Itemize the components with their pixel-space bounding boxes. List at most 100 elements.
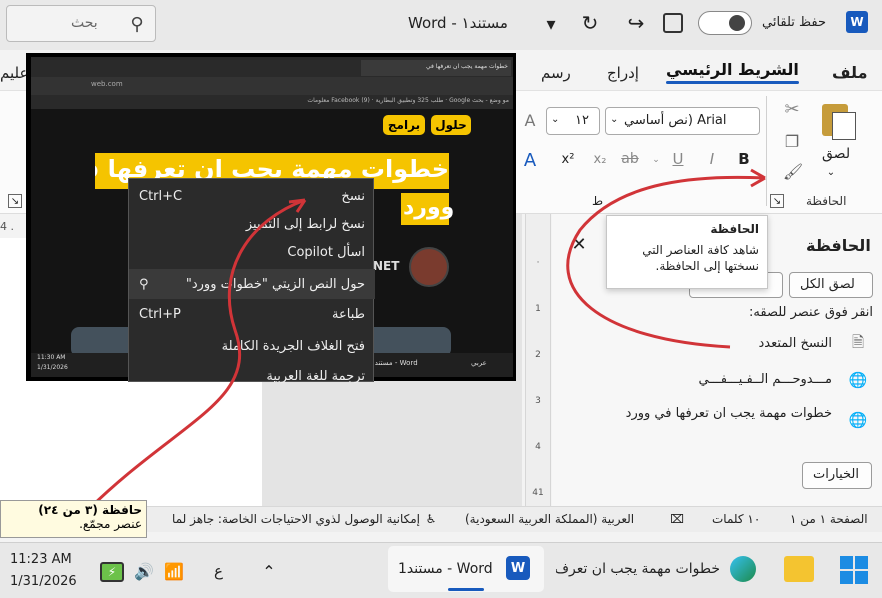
context-menu-item: اسأل Copilot xyxy=(129,237,375,267)
ruler-ticks: · 1 2 3 4 41 xyxy=(532,258,544,498)
context-menu-item: طباعة Ctrl+P xyxy=(129,299,375,329)
strikethrough-icon[interactable]: ab xyxy=(618,148,642,170)
inner-taskbar-weather: عربي xyxy=(471,359,487,367)
options-button[interactable]: الخيارات xyxy=(802,462,872,489)
font-size-value: ١٢ xyxy=(575,113,589,128)
tab-insert[interactable]: إدراج xyxy=(607,64,639,82)
save-icon[interactable] xyxy=(663,13,683,33)
menu-label: فتح الغلاف الجريدة الكاملة xyxy=(221,338,365,354)
grow-font-icon[interactable]: A xyxy=(518,108,542,132)
superscript-icon[interactable]: x² xyxy=(556,148,580,170)
format-painter-icon[interactable]: 🖌 xyxy=(782,160,804,182)
menu-label: اسأل Copilot xyxy=(287,244,365,260)
page-count[interactable]: الصفحة ١ من ١ xyxy=(790,512,868,526)
tooltip-body: شاهد كافة العناصر التي نسختها إلى الحافظ… xyxy=(642,243,759,273)
wifi-icon[interactable]: 📶 xyxy=(163,560,185,582)
autosave-toggle[interactable] xyxy=(698,11,752,35)
clipboard-item-text: خطوات مهمة يجب ان تعرفها في وورد xyxy=(625,406,832,421)
taskbar-word-button[interactable]: مستند1 - Word W xyxy=(388,546,544,592)
italic-icon[interactable]: I xyxy=(702,148,722,170)
toggle-knob xyxy=(729,15,745,31)
close-icon[interactable]: ✕ xyxy=(568,233,590,255)
accessibility-status[interactable]: إمكانية الوصول لذوي الاحتياجات الخاصة: ج… xyxy=(150,512,420,526)
context-menu-item: فتح الغلاف الجريدة الكاملة xyxy=(129,331,375,361)
clipboard-status-tip: حافظة (٣ من ٢٤) عنصر مجمّع. xyxy=(0,500,147,538)
undo-icon[interactable]: ↪ xyxy=(623,10,649,36)
paste-icon[interactable] xyxy=(818,100,858,144)
tab-file[interactable]: ملف xyxy=(832,63,868,82)
context-menu-item: ترجمة للغة العربية xyxy=(129,361,375,391)
clipboard-item[interactable]: 🌐 خطوات مهمة يجب ان تعرفها في وورد xyxy=(600,404,875,444)
underline-icon[interactable]: U xyxy=(668,148,688,170)
paste-dropdown-icon[interactable]: ⌄ xyxy=(823,166,839,178)
context-menu-item: نسخ لرابط إلى التمييز xyxy=(129,209,375,239)
copy-icon[interactable]: ❐ xyxy=(782,130,802,152)
clipboard-group-label: الحافظة xyxy=(806,194,847,208)
volume-icon[interactable]: 🔊 xyxy=(133,560,155,582)
context-menu-item: نسخ Ctrl+C xyxy=(129,181,375,211)
tab-home-label: الشريط الرئيسي xyxy=(666,60,799,79)
group-launcher-icon[interactable]: ↘ xyxy=(8,194,22,208)
clipboard-item-text: مـــدوحـــم الــفـيـــفـــي xyxy=(698,372,833,387)
redo-icon[interactable]: ↻ xyxy=(578,10,602,36)
accessibility-icon[interactable]: ♿ xyxy=(422,511,440,527)
font-name-select[interactable]: ⌄ Arial (نص أساسي xyxy=(605,107,760,135)
clipboard-count: حافظة (٣ من ٢٤) xyxy=(38,503,142,517)
font-size-select[interactable]: ⌄ ١٢ xyxy=(546,107,600,135)
paste-all-button[interactable]: لصق الكل xyxy=(789,272,873,298)
font-group-label: ط xyxy=(592,194,604,208)
underline-dropdown-icon[interactable]: ⌄ xyxy=(650,152,662,168)
chevron-down-icon: ⌄ xyxy=(610,114,619,125)
url-bar: web.com xyxy=(91,80,123,88)
dropdown-icon[interactable]: ▾ xyxy=(540,12,562,36)
active-tab-indicator xyxy=(666,81,799,84)
author-avatar xyxy=(409,247,449,287)
ruler-marker: 4 . xyxy=(0,220,14,233)
menu-shortcut: Ctrl+C xyxy=(139,188,183,204)
clipboard-tooltip: الحافظة شاهد كافة العناصر التي نسختها إل… xyxy=(606,215,768,289)
search-box[interactable]: ⚲ بحث xyxy=(6,5,156,42)
autosave-label: حفظ تلقائي xyxy=(762,15,826,30)
paste-all-label: لصق الكل xyxy=(800,277,855,292)
bookmarks-bar: مو وضع - بحث Google · طلب 325 وتطبيق الب… xyxy=(31,95,513,109)
cut-icon[interactable]: ✂ xyxy=(782,98,802,120)
font-name-value: Arial (نص أساسي xyxy=(624,113,727,128)
battery-icon[interactable]: ⚡ xyxy=(100,562,124,582)
input-language[interactable]: ع xyxy=(214,562,223,580)
tab-draw[interactable]: رسم xyxy=(541,64,571,82)
browser-tab: خطوات مهمة يجب ان تعرفها في xyxy=(361,60,511,76)
clock-date[interactable]: 1/31/2026 xyxy=(10,574,77,589)
tooltip-title: الحافظة xyxy=(710,222,759,236)
clipboard-launcher-icon[interactable]: ↘ xyxy=(770,194,784,208)
document-title: مستند١ - Word xyxy=(408,14,508,32)
inner-taskbar-time: 11:30 AM xyxy=(37,354,66,361)
word-count[interactable]: ١٠ كلمات xyxy=(712,512,760,526)
context-menu-item: حول النص الزيتي "خطوات وورد" ⚲ xyxy=(129,269,375,299)
inner-taskbar-date: 1/31/2026 xyxy=(37,364,68,371)
clipboard-item-text: النسخ المتعدد xyxy=(758,336,832,351)
proofing-icon[interactable]: ⌧ xyxy=(668,511,686,527)
document-icon: 🗎 xyxy=(851,332,865,351)
active-app-indicator xyxy=(448,588,484,591)
taskbar-word-label: مستند1 - Word xyxy=(398,561,493,577)
search-icon: ⚲ xyxy=(139,276,149,292)
bold-icon[interactable]: B xyxy=(734,148,754,170)
web-document-icon: 🌐 xyxy=(848,411,868,429)
windows-start-icon[interactable] xyxy=(840,556,868,584)
solutions-button: حلول xyxy=(431,115,471,135)
subscript-icon[interactable]: x₂ xyxy=(588,148,612,170)
chevron-up-icon[interactable]: ⌃ xyxy=(258,560,280,582)
menu-shortcut: Ctrl+P xyxy=(139,306,181,322)
tab-home[interactable]: الشريط الرئيسي xyxy=(666,60,799,84)
site-name: NET xyxy=(373,259,400,273)
paste-button[interactable]: لصق xyxy=(822,146,850,162)
clock-time[interactable]: 11:23 AM xyxy=(10,552,72,567)
clipboard-item[interactable]: 🌐 مـــدوحـــم الــفـيـــفـــي xyxy=(600,368,875,394)
taskbar-edge-button[interactable]: خطوات مهمة يجب ان تعرف xyxy=(556,546,764,592)
search-placeholder: بحث xyxy=(71,15,98,31)
language-indicator[interactable]: العربية (المملكة العربية السعودية) xyxy=(465,512,634,526)
file-explorer-icon[interactable] xyxy=(784,556,814,582)
clipboard-item[interactable]: 🗎 النسخ المتعدد xyxy=(600,332,875,358)
text-effects-icon[interactable]: A xyxy=(518,148,542,172)
options-label: الخيارات xyxy=(813,467,859,482)
